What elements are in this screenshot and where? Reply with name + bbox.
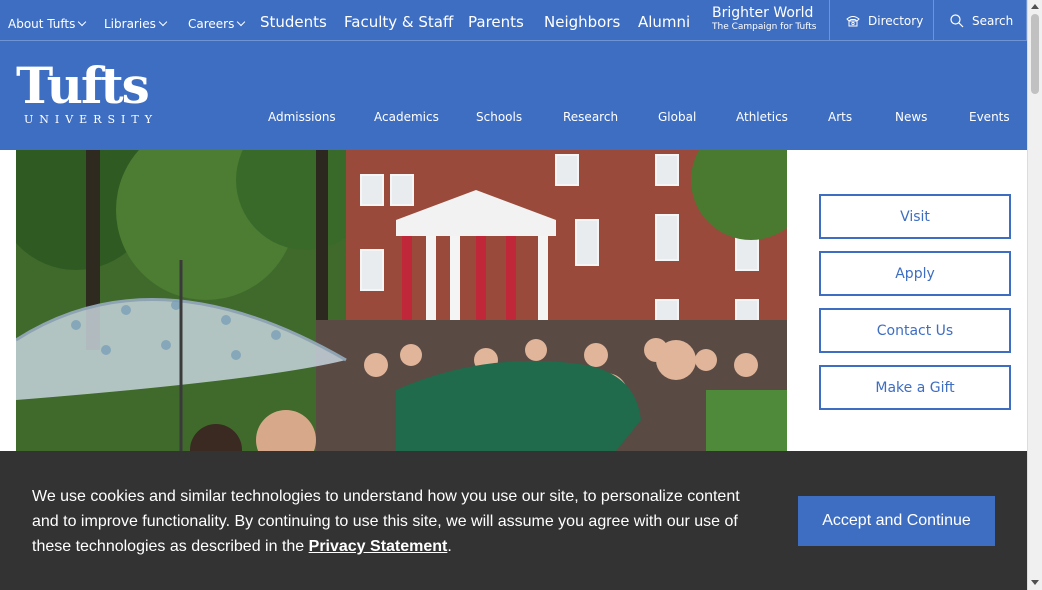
brighter-world-link[interactable]: Brighter World The Campaign for Tufts — [712, 5, 816, 32]
cookie-message: We use cookies and similar technologies … — [32, 484, 752, 559]
neighbors-link[interactable]: Neighbors — [544, 13, 620, 31]
apply-button[interactable]: Apply — [819, 251, 1011, 296]
divider — [829, 0, 830, 40]
chevron-down-icon — [237, 17, 246, 27]
vertical-scrollbar[interactable] — [1027, 0, 1042, 590]
visit-button[interactable]: Visit — [819, 194, 1011, 239]
nav-news[interactable]: News — [895, 110, 927, 124]
hero-image — [16, 150, 787, 451]
search-icon — [950, 14, 964, 28]
chevron-down-icon — [78, 17, 87, 27]
cookie-text-end: . — [447, 538, 452, 555]
libraries-label: Libraries — [104, 17, 156, 31]
alumni-link[interactable]: Alumni — [638, 13, 690, 31]
nav-global[interactable]: Global — [658, 110, 696, 124]
accept-and-continue-button[interactable]: Accept and Continue — [798, 496, 995, 546]
main-header: Tufts UNIVERSITY Admissions Academics Sc… — [0, 41, 1027, 150]
privacy-statement-link[interactable]: Privacy Statement — [309, 538, 448, 555]
scrollbar-thumb[interactable] — [1031, 14, 1039, 94]
faculty-staff-link[interactable]: Faculty & Staff — [344, 13, 453, 31]
scroll-down-arrow-icon[interactable] — [1031, 580, 1039, 585]
page: About Tufts Libraries Careers Students F… — [0, 0, 1027, 590]
careers-menu[interactable]: Careers — [188, 17, 246, 31]
nav-athletics[interactable]: Athletics — [736, 110, 788, 124]
search-label: Search — [972, 14, 1014, 28]
chevron-down-icon — [158, 17, 168, 27]
divider — [933, 0, 934, 40]
about-tufts-label: About Tufts — [8, 17, 76, 31]
directory-link[interactable]: Directory — [846, 14, 923, 28]
nav-admissions[interactable]: Admissions — [268, 110, 336, 124]
utility-bar: About Tufts Libraries Careers Students F… — [0, 0, 1027, 41]
brighter-world-title: Brighter World — [712, 5, 814, 21]
phone-icon — [846, 16, 860, 27]
nav-arts[interactable]: Arts — [828, 110, 852, 124]
nav-research[interactable]: Research — [563, 110, 618, 124]
students-link[interactable]: Students — [260, 13, 327, 31]
directory-label: Directory — [868, 14, 924, 28]
careers-label: Careers — [188, 17, 235, 31]
commencement-photo — [16, 150, 787, 451]
libraries-menu[interactable]: Libraries — [104, 17, 168, 31]
campaign-subtitle: The Campaign for Tufts — [712, 22, 817, 32]
contact-us-button[interactable]: Contact Us — [819, 308, 1011, 353]
tufts-logo[interactable]: Tufts UNIVERSITY — [16, 56, 158, 127]
about-tufts-menu[interactable]: About Tufts — [8, 17, 87, 31]
nav-academics[interactable]: Academics — [374, 110, 439, 124]
nav-events[interactable]: Events — [969, 110, 1010, 124]
scroll-up-arrow-icon[interactable] — [1031, 4, 1039, 9]
nav-schools[interactable]: Schools — [476, 110, 522, 124]
cookie-banner: We use cookies and similar technologies … — [0, 451, 1027, 590]
logo-subword: UNIVERSITY — [24, 113, 158, 126]
logo-wordmark: Tufts — [16, 56, 150, 115]
parents-link[interactable]: Parents — [468, 13, 524, 31]
search-link[interactable]: Search — [950, 14, 1013, 28]
make-a-gift-button[interactable]: Make a Gift — [819, 365, 1011, 410]
